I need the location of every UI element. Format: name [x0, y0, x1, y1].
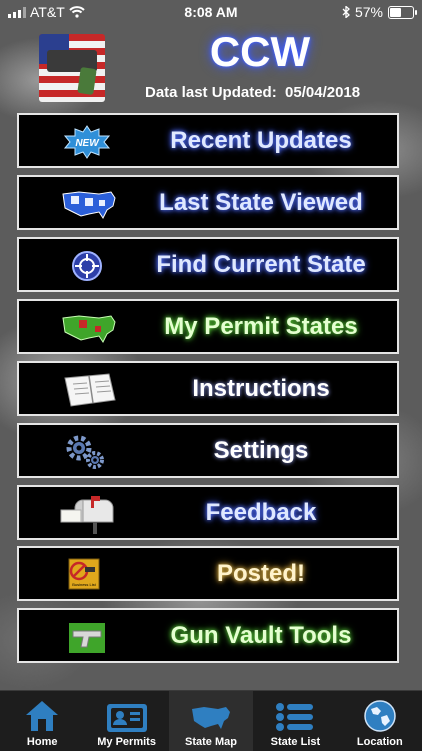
battery-percent: 57% [354, 4, 383, 20]
menu-label: My Permit States [164, 312, 358, 340]
menu-my-permit-states[interactable]: My Permit States [17, 299, 399, 354]
tab-label: State Map [185, 736, 237, 748]
menu-instructions[interactable]: Instructions [17, 361, 399, 416]
app-title: CCW [209, 28, 311, 75]
menu-posted[interactable]: Business List Posted! [17, 546, 399, 601]
tab-home[interactable]: Home [0, 691, 84, 751]
status-bar: AT&T 8:08 AM 57% [0, 0, 422, 24]
menu-label: Settings [213, 436, 309, 464]
menu-label: Last State Viewed [159, 188, 363, 216]
tab-label: My Permits [97, 736, 156, 748]
menu-label: Recent Updates [170, 126, 352, 154]
tab-label: Home [26, 736, 58, 748]
gears-icon [59, 434, 115, 470]
menu-recent-updates[interactable]: NEW Recent Updates [17, 113, 399, 168]
menu-gun-vault-tools[interactable]: Gun Vault Tools [17, 608, 399, 663]
menu-last-state-viewed[interactable]: Last State Viewed [17, 175, 399, 230]
tab-label: State List [270, 736, 321, 748]
id-card-icon [105, 695, 149, 733]
notebook-icon [59, 372, 116, 408]
updated-date: 05/04/2018 [285, 84, 361, 101]
usa-map-green-icon [59, 310, 116, 346]
app-logo [39, 34, 105, 102]
menu-label: Instructions [192, 374, 330, 402]
menu-label: Feedback [205, 498, 317, 526]
home-icon [20, 695, 64, 733]
usa-map-icon [189, 695, 233, 733]
menu-label: Gun Vault Tools [170, 621, 352, 649]
new-badge-text: NEW [75, 138, 100, 149]
new-badge-icon: NEW [59, 124, 115, 160]
usa-map-blue-icon [59, 186, 116, 222]
posted-sign-icon: Business List [59, 557, 115, 593]
tab-state-list[interactable]: State List [253, 691, 337, 751]
list-icon [273, 695, 317, 733]
tab-bar: Home My Permits State Map State List Loc… [0, 690, 422, 751]
tab-state-map[interactable]: State Map [168, 691, 254, 751]
menu-label: Find Current State [156, 250, 366, 278]
menu-label: Posted! [216, 559, 305, 587]
business-list-text: Business List [72, 582, 96, 587]
mailbox-icon [59, 496, 115, 534]
bluetooth-icon [342, 6, 350, 18]
menu-find-current-state[interactable]: Find Current State [17, 237, 399, 292]
menu-settings[interactable]: Settings [17, 423, 399, 478]
pistol-icon [59, 619, 115, 655]
tab-location[interactable]: Location [338, 691, 422, 751]
globe-icon [358, 695, 402, 733]
menu-feedback[interactable]: Feedback [17, 485, 399, 540]
crosshair-icon [59, 248, 115, 284]
updated-label: Data last Updated: [145, 84, 277, 101]
tab-my-permits[interactable]: My Permits [84, 691, 168, 751]
data-updated-text: Data last Updated: 05/04/2018 [145, 84, 360, 101]
battery-icon [388, 5, 417, 19]
tab-label: Location [356, 736, 403, 748]
